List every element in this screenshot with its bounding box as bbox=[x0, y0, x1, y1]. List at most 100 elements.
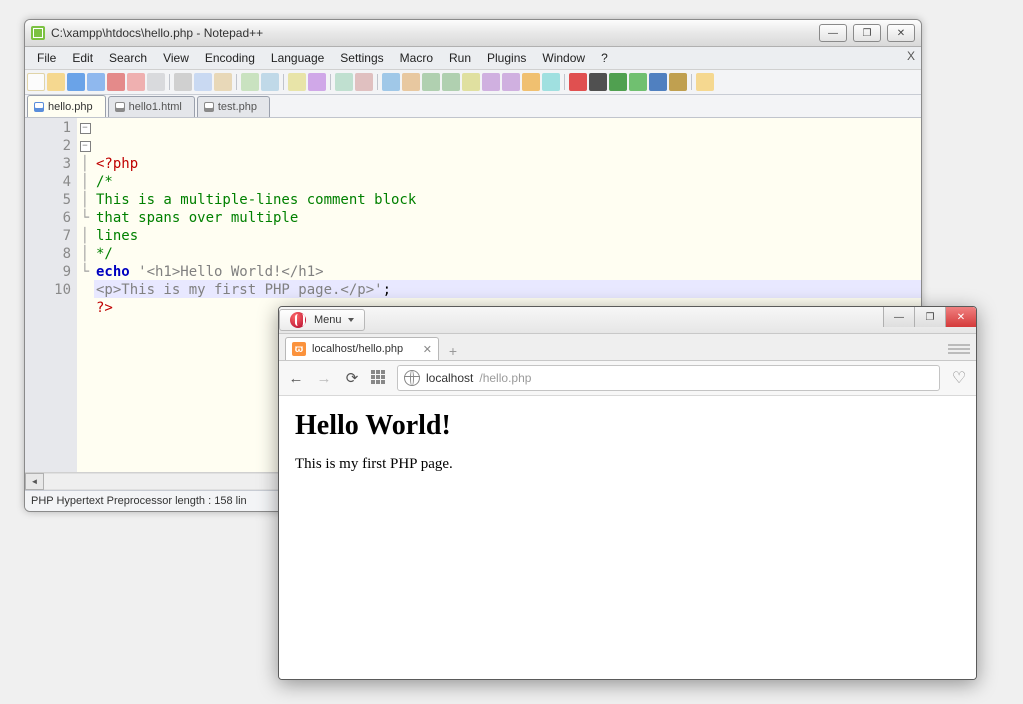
back-button[interactable]: ← bbox=[287, 369, 305, 387]
zoom-out-icon[interactable] bbox=[355, 73, 373, 91]
doc-map-icon[interactable] bbox=[482, 73, 500, 91]
opera-browser-window: Menu — ❐ ✕ ϖ localhost/hello.php ✕ + ← →… bbox=[278, 306, 977, 680]
speed-dial-button[interactable] bbox=[371, 370, 387, 386]
file-tabbar: hello.php hello1.html test.php bbox=[25, 95, 921, 118]
address-toolbar: ← → ⟳ localhost/hello.php ♡ bbox=[279, 361, 976, 396]
undo-icon[interactable] bbox=[241, 73, 259, 91]
new-file-icon[interactable] bbox=[27, 73, 45, 91]
xampp-favicon: ϖ bbox=[292, 342, 306, 356]
menu-view[interactable]: View bbox=[155, 49, 197, 67]
sync-scroll-icon[interactable] bbox=[382, 73, 400, 91]
macro-stop-icon[interactable] bbox=[589, 73, 607, 91]
toolbar-separator bbox=[691, 74, 692, 90]
menu-macro[interactable]: Macro bbox=[392, 49, 441, 67]
user-lang-icon[interactable] bbox=[462, 73, 480, 91]
file-tab-label: test.php bbox=[218, 101, 257, 113]
close-document-button[interactable]: X bbox=[907, 49, 915, 63]
file-icon bbox=[115, 102, 125, 112]
close-window-button[interactable]: ✕ bbox=[887, 24, 915, 42]
titlebar[interactable]: C:\xampp\htdocs\hello.php - Notepad++ — … bbox=[25, 20, 921, 47]
tab-title: localhost/hello.php bbox=[312, 343, 403, 355]
toolbar bbox=[25, 70, 921, 95]
file-icon bbox=[34, 102, 44, 112]
close-window-button[interactable]: ✕ bbox=[945, 307, 976, 327]
code-token: lines bbox=[96, 228, 138, 244]
app-icon bbox=[31, 26, 45, 40]
new-tab-button[interactable]: + bbox=[443, 342, 463, 360]
code-token: <?php bbox=[96, 156, 138, 172]
page-paragraph: This is my first PHP page. bbox=[295, 456, 960, 473]
menu-edit[interactable]: Edit bbox=[64, 49, 101, 67]
word-wrap-icon[interactable] bbox=[402, 73, 420, 91]
file-tab-hello1-html[interactable]: hello1.html bbox=[108, 96, 195, 117]
redo-icon[interactable] bbox=[261, 73, 279, 91]
toolbar-separator bbox=[169, 74, 170, 90]
macro-fast-icon[interactable] bbox=[649, 73, 667, 91]
file-icon bbox=[204, 102, 214, 112]
folder-workspace-icon[interactable] bbox=[522, 73, 540, 91]
code-token: that spans over multiple bbox=[96, 210, 298, 226]
print-icon[interactable] bbox=[147, 73, 165, 91]
window-title: C:\xampp\htdocs\hello.php - Notepad++ bbox=[51, 26, 819, 40]
file-tab-hello-php[interactable]: hello.php bbox=[27, 95, 106, 117]
file-tab-label: hello1.html bbox=[129, 101, 182, 113]
file-tab-label: hello.php bbox=[48, 101, 93, 113]
menubar: File Edit Search View Encoding Language … bbox=[25, 47, 921, 70]
menu-plugins[interactable]: Plugins bbox=[479, 49, 534, 67]
code-token: '<h1>Hello World!</h1> bbox=[130, 264, 324, 280]
paste-icon[interactable] bbox=[214, 73, 232, 91]
panel-toggle-icon[interactable] bbox=[948, 344, 970, 360]
line-number-gutter: 12345678910 bbox=[25, 118, 77, 472]
save-icon[interactable] bbox=[67, 73, 85, 91]
macro-save-icon[interactable] bbox=[669, 73, 687, 91]
menu-file[interactable]: File bbox=[29, 49, 64, 67]
fold-margin[interactable]: − − │ │ │ └ │ │ └ bbox=[77, 118, 94, 472]
show-symbols-icon[interactable] bbox=[422, 73, 440, 91]
forward-button[interactable]: → bbox=[315, 369, 333, 387]
monitoring-icon[interactable] bbox=[542, 73, 560, 91]
function-list-icon[interactable] bbox=[502, 73, 520, 91]
file-tab-test-php[interactable]: test.php bbox=[197, 96, 270, 117]
close-file-icon[interactable] bbox=[107, 73, 125, 91]
globe-icon bbox=[404, 370, 420, 386]
macro-record-icon[interactable] bbox=[569, 73, 587, 91]
chevron-down-icon bbox=[348, 318, 354, 322]
menu-run[interactable]: Run bbox=[441, 49, 479, 67]
replace-icon[interactable] bbox=[308, 73, 326, 91]
menu-language[interactable]: Language bbox=[263, 49, 332, 67]
open-file-icon[interactable] bbox=[47, 73, 65, 91]
menu-encoding[interactable]: Encoding bbox=[197, 49, 263, 67]
code-token: echo bbox=[96, 264, 130, 280]
toolbar-separator bbox=[377, 74, 378, 90]
toolbar-extra-icon[interactable] bbox=[696, 73, 714, 91]
menu-help[interactable]: ? bbox=[593, 49, 616, 67]
close-all-icon[interactable] bbox=[127, 73, 145, 91]
macro-play-icon[interactable] bbox=[609, 73, 627, 91]
menu-settings[interactable]: Settings bbox=[332, 49, 391, 67]
url-path: /hello.php bbox=[479, 371, 531, 385]
page-heading: Hello World! bbox=[295, 410, 960, 442]
code-token: ; bbox=[383, 282, 391, 298]
macro-play-multi-icon[interactable] bbox=[629, 73, 647, 91]
close-tab-button[interactable]: ✕ bbox=[423, 343, 432, 356]
toolbar-separator bbox=[330, 74, 331, 90]
maximize-button[interactable]: ❐ bbox=[853, 24, 881, 42]
menu-search[interactable]: Search bbox=[101, 49, 155, 67]
address-field[interactable]: localhost/hello.php bbox=[397, 365, 940, 391]
save-all-icon[interactable] bbox=[87, 73, 105, 91]
indent-guide-icon[interactable] bbox=[442, 73, 460, 91]
browser-tabbar: ϖ localhost/hello.php ✕ + bbox=[279, 334, 976, 361]
zoom-in-icon[interactable] bbox=[335, 73, 353, 91]
copy-icon[interactable] bbox=[194, 73, 212, 91]
minimize-button[interactable]: — bbox=[819, 24, 847, 42]
cut-icon[interactable] bbox=[174, 73, 192, 91]
reload-button[interactable]: ⟳ bbox=[343, 369, 361, 387]
browser-tab[interactable]: ϖ localhost/hello.php ✕ bbox=[285, 337, 439, 360]
code-token: This is a multiple-lines comment block bbox=[96, 192, 416, 208]
find-icon[interactable] bbox=[288, 73, 306, 91]
scroll-left-button[interactable]: ◄ bbox=[25, 473, 44, 490]
code-token: */ bbox=[96, 246, 113, 262]
code-token: /* bbox=[96, 174, 113, 190]
bookmark-heart-icon[interactable]: ♡ bbox=[950, 369, 968, 387]
menu-window[interactable]: Window bbox=[534, 49, 593, 67]
